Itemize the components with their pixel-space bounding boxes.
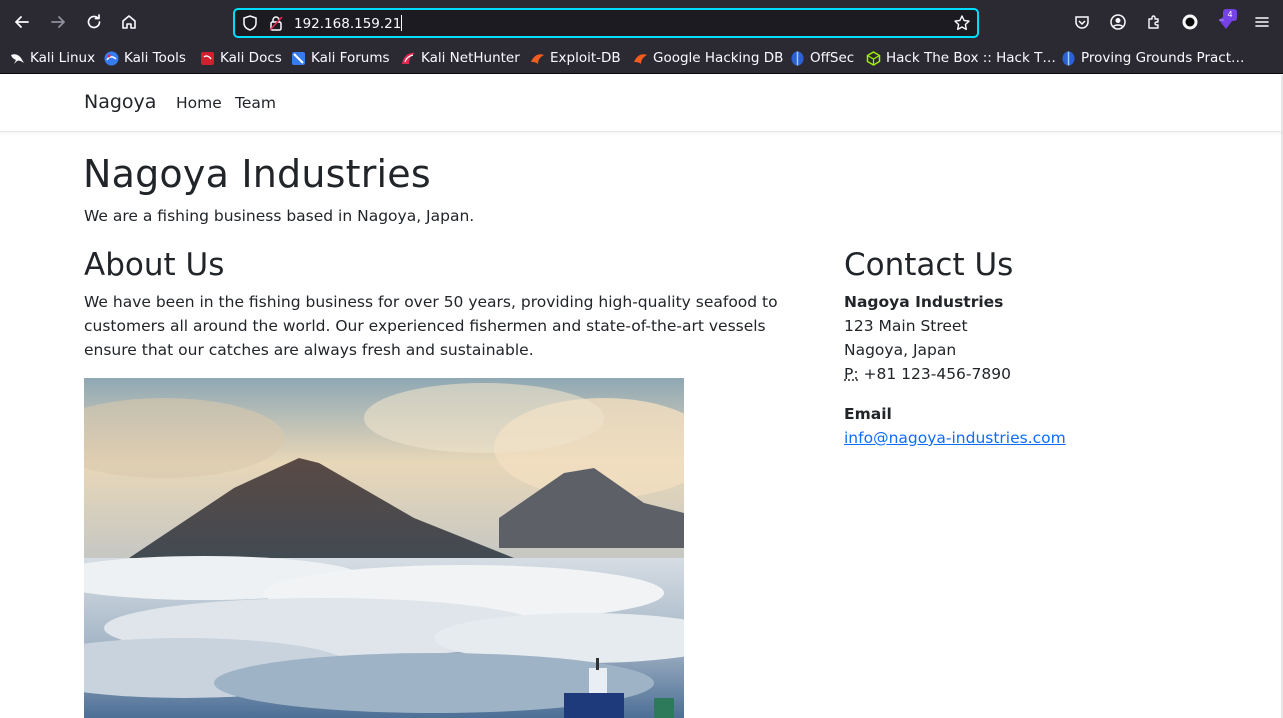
kali-tools-icon <box>104 51 119 65</box>
url-input[interactable]: 192.168.159.21 <box>294 15 403 32</box>
site-navbar: Nagoya Home Team <box>0 75 1283 132</box>
forward-arrow-icon <box>51 16 65 28</box>
about-text: We have been in the fishing business for… <box>84 293 778 359</box>
bookmark-kali-forums[interactable]: Kali Forums <box>291 50 390 66</box>
back-arrow-icon <box>15 16 29 28</box>
ghdb-icon <box>634 53 647 64</box>
extension-dark-button[interactable] <box>1178 10 1202 34</box>
bookmarks-bar: Kali Linux Kali Tools Kali Docs Kali For… <box>0 44 1283 74</box>
page-title: Nagoya Industries <box>83 152 431 196</box>
navbar-brand[interactable]: Nagoya <box>84 91 156 113</box>
menu-button[interactable] <box>1250 10 1274 34</box>
nav-link-team[interactable]: Team <box>235 94 276 112</box>
extension-badge: 4 <box>1223 9 1237 21</box>
hero-image <box>84 378 684 718</box>
account-button[interactable] <box>1106 10 1130 34</box>
bookmark-kali-linux[interactable]: Kali Linux <box>10 50 95 66</box>
extensions-button[interactable] <box>1142 10 1166 34</box>
phone-abbr: P: <box>844 365 859 383</box>
offsec-icon <box>791 51 804 65</box>
contact-city: Nagoya, Japan <box>844 341 957 359</box>
bookmark-kali-tools[interactable]: Kali Tools <box>104 50 186 66</box>
kali-forums-icon <box>292 51 305 65</box>
browser-toolbar: 192.168.159.21 4 <box>0 0 1283 44</box>
insecure-lock-icon[interactable] <box>267 14 285 32</box>
web-page: Nagoya Home Team Nagoya Industries We ar… <box>0 75 1283 718</box>
account-icon <box>1110 14 1126 30</box>
exploit-db-icon <box>531 53 544 64</box>
circle-extension-icon <box>1182 14 1198 30</box>
kali-docs-icon <box>201 51 214 65</box>
reload-icon <box>87 14 101 29</box>
home-button[interactable] <box>117 10 141 34</box>
bookmark-exploit-db[interactable]: Exploit-DB <box>530 50 621 66</box>
shield-icon[interactable] <box>241 14 259 32</box>
puzzle-icon <box>1148 15 1159 29</box>
bookmark-offsec[interactable]: OffSec <box>790 50 854 66</box>
nav-link-home[interactable]: Home <box>176 94 222 112</box>
kali-dragon-icon <box>11 53 24 64</box>
kali-nethunter-icon <box>402 52 415 64</box>
contact-heading: Contact Us <box>844 247 1014 283</box>
text-caret <box>401 15 403 31</box>
mountain-landscape-image <box>84 378 684 718</box>
bookmark-star-icon[interactable] <box>953 14 971 32</box>
hackthebox-icon <box>866 50 881 66</box>
contact-phone: +81 123-456-7890 <box>863 365 1011 383</box>
contact-company: Nagoya Industries <box>844 293 1004 311</box>
bookmark-kali-docs[interactable]: Kali Docs <box>200 50 282 66</box>
pocket-button[interactable] <box>1070 10 1094 34</box>
email-heading: Email <box>844 405 892 423</box>
bookmark-kali-nethunter[interactable]: Kali NetHunter <box>401 50 520 66</box>
about-heading: About Us <box>84 247 225 283</box>
url-bar[interactable]: 192.168.159.21 <box>233 8 979 38</box>
bookmark-hack-the-box[interactable]: Hack The Box :: Hack T… <box>866 50 1056 66</box>
contact-phone-line: P: +81 123-456-7890 <box>844 362 1244 386</box>
bookmark-proving-grounds[interactable]: Proving Grounds Pract… <box>1061 50 1245 66</box>
forward-button[interactable] <box>46 10 70 34</box>
back-button[interactable] <box>10 10 34 34</box>
hamburger-icon <box>1255 17 1269 27</box>
email-link[interactable]: info@nagoya-industries.com <box>844 429 1066 447</box>
page-lead: We are a fishing business based in Nagoy… <box>84 207 475 225</box>
pocket-icon <box>1075 16 1089 29</box>
proving-grounds-icon <box>1062 51 1075 65</box>
bookmark-google-hacking-db[interactable]: Google Hacking DB <box>633 50 783 66</box>
contact-street: 123 Main Street <box>844 317 968 335</box>
reload-button[interactable] <box>82 10 106 34</box>
contact-address: Nagoya Industries 123 Main Street Nagoya… <box>844 290 1244 450</box>
home-icon <box>122 15 136 29</box>
